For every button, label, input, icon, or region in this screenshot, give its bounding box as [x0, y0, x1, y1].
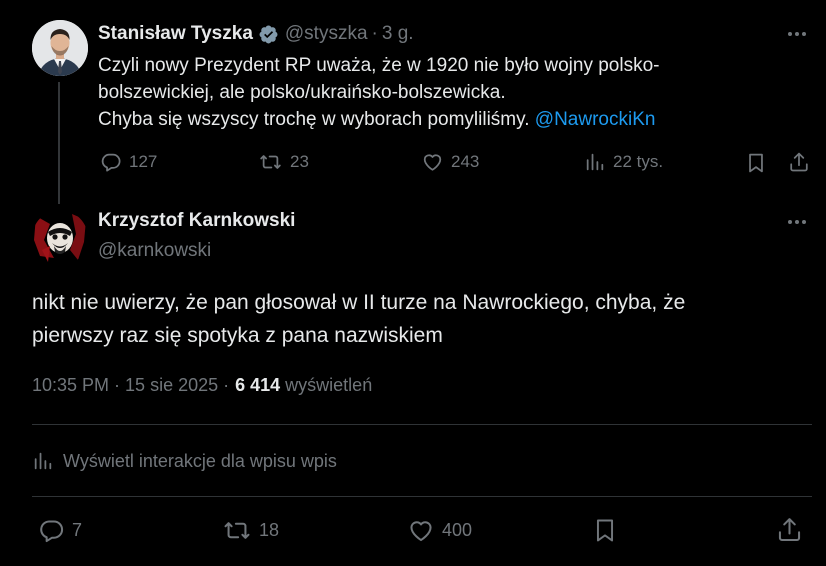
parent-text-line-3: Chyba się wszyscy trochę w wyborach pomy… — [98, 106, 798, 133]
reply-handle[interactable]: @karnkowski — [98, 240, 211, 262]
parent-tweet-header: Stanisław Tyszka @styszka · 3 g. — [98, 22, 414, 46]
view-interactions-label: Wyświetl interakcje dla wpisu wpis — [63, 450, 337, 471]
parent-like-count: 243 — [451, 152, 480, 171]
verified-badge-icon[interactable] — [258, 24, 279, 45]
parent-reply-button[interactable]: 127 — [100, 151, 157, 173]
reply-like-count: 400 — [442, 520, 473, 540]
reply-tweet-text: nikt nie uwierzy, że pan głosował w II t… — [32, 286, 812, 352]
like-icon — [410, 521, 432, 542]
parent-more-icon[interactable] — [788, 32, 806, 36]
parent-text-line-2: bolszewickiej, ale polsko/ukraińsko-bols… — [98, 82, 506, 103]
avatar-karnkowski[interactable] — [32, 210, 88, 266]
parent-repost-count: 23 — [290, 152, 309, 171]
reply-reply-button[interactable]: 7 — [38, 517, 82, 544]
reply-author-name[interactable]: Krzysztof Karnkowski — [98, 210, 295, 232]
view-interactions-link[interactable]: Wyświetl interakcje dla wpisu wpis — [32, 450, 337, 472]
parent-reply-count: 127 — [129, 152, 158, 171]
thread-connector-line — [58, 82, 60, 204]
reply-more-icon[interactable] — [788, 220, 806, 224]
reply-bookmark-button[interactable] — [592, 516, 618, 550]
parent-text-line-3-content: Chyba się wszyscy trochę w wyborach pomy… — [98, 109, 530, 130]
parent-views-count: 22 tys. — [613, 152, 664, 171]
reply-text-line-2: pierwszy raz się spotyka z pana nazwiski… — [32, 324, 443, 347]
repost-icon — [260, 155, 281, 169]
share-icon — [790, 152, 808, 172]
divider-top — [32, 424, 812, 425]
views-icon — [586, 153, 604, 171]
reply-repost-count: 18 — [259, 520, 280, 540]
parent-views-button[interactable]: 22 tys. — [584, 151, 663, 173]
parent-share-button[interactable] — [788, 150, 810, 179]
avatar-image — [32, 210, 88, 266]
parent-handle[interactable]: @styszka — [285, 23, 368, 45]
share-icon — [778, 518, 801, 541]
parent-text-line-1: Czyli nowy Prezydent RP uważa, że w 1920… — [98, 55, 660, 76]
reply-text-line-1: nikt nie uwierzy, że pan głosował w II t… — [32, 291, 686, 314]
reply-repost-button[interactable]: 18 — [222, 517, 279, 544]
avatar-styszka[interactable] — [32, 20, 88, 76]
divider-bottom — [32, 496, 812, 497]
reply-views-count: 6 414 — [235, 375, 281, 395]
bookmark-icon — [596, 519, 614, 542]
parent-header-separator: · — [371, 23, 378, 44]
reply-reply-count: 7 — [72, 520, 83, 540]
avatar-portrait-image — [32, 20, 88, 76]
parent-time[interactable]: 3 g. — [382, 23, 414, 45]
bookmark-icon — [749, 153, 763, 173]
reply-meta-row: 10:35 PM · 15 sie 2025 · 6 414 wyświetle… — [32, 375, 372, 396]
parent-like-button[interactable]: 243 — [421, 151, 479, 173]
like-icon — [423, 154, 442, 171]
views-icon — [34, 452, 52, 470]
parent-author-name[interactable]: Stanisław Tyszka — [98, 23, 253, 45]
reply-timestamp[interactable]: 10:35 PM · 15 sie 2025 · — [32, 375, 229, 396]
mention-link[interactable]: @NawrockiKn — [535, 109, 656, 130]
reply-like-button[interactable]: 400 — [407, 517, 472, 544]
parent-repost-button[interactable]: 23 — [258, 151, 309, 173]
reply-icon — [101, 153, 121, 172]
reply-views-label: wyświetleń — [285, 375, 373, 395]
reply-icon — [40, 520, 64, 543]
parent-tweet-text: Czyli nowy Prezydent RP uważa, że w 1920… — [98, 52, 798, 133]
repost-icon — [224, 522, 250, 539]
parent-bookmark-button[interactable] — [745, 151, 767, 180]
reply-share-button[interactable] — [776, 515, 803, 549]
